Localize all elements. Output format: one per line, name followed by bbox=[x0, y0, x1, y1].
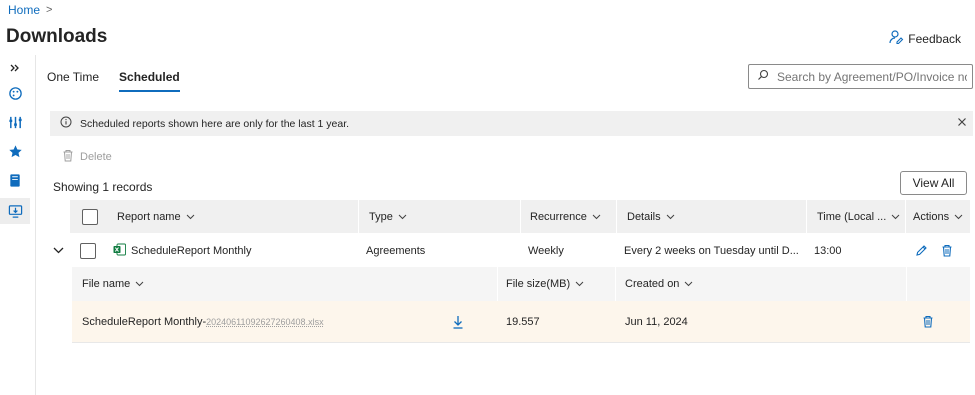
left-nav-rail bbox=[0, 55, 36, 395]
file-grid-header: File name File size(MB) Created on bbox=[72, 267, 970, 301]
file-size-value: 19.557 bbox=[506, 315, 540, 328]
search-icon bbox=[757, 69, 769, 84]
download-screen-icon[interactable] bbox=[0, 198, 30, 224]
column-header-details[interactable]: Details bbox=[627, 200, 675, 233]
info-message: Scheduled reports shown here are only fo… bbox=[80, 117, 350, 130]
row-checkbox[interactable] bbox=[80, 234, 96, 267]
search-box bbox=[748, 64, 973, 89]
column-label: Details bbox=[627, 210, 661, 223]
file-name-text: ScheduleReport Monthly- bbox=[82, 315, 207, 328]
column-header-actions[interactable]: Actions bbox=[913, 200, 963, 233]
chevron-down-icon bbox=[891, 212, 900, 222]
column-header-created-on[interactable]: Created on bbox=[625, 267, 693, 301]
feedback-button[interactable]: Feedback bbox=[888, 29, 961, 48]
tab-scheduled[interactable]: Scheduled bbox=[119, 70, 180, 92]
download-icon[interactable] bbox=[452, 301, 464, 342]
chevron-down-icon bbox=[135, 279, 144, 289]
feedback-icon bbox=[888, 29, 904, 48]
tab-list: One Time Scheduled bbox=[47, 70, 180, 92]
details-value: Every 2 weeks on Tuesday until D... bbox=[624, 244, 799, 257]
breadcrumb-home-link[interactable]: Home bbox=[8, 3, 40, 17]
trash-icon[interactable] bbox=[941, 234, 953, 267]
column-label: File size(MB) bbox=[506, 278, 571, 290]
records-count: Showing 1 records bbox=[53, 180, 153, 194]
palette-icon[interactable] bbox=[0, 80, 30, 106]
chevron-down-icon bbox=[592, 212, 601, 222]
expand-row-chevron-icon[interactable] bbox=[53, 234, 64, 267]
chevron-down-icon bbox=[575, 279, 584, 289]
filters-icon[interactable] bbox=[0, 109, 30, 135]
page-title: Downloads bbox=[6, 26, 108, 47]
view-all-button[interactable]: View All bbox=[900, 171, 967, 195]
file-name-suffix: 20240611092627260408.xlsx bbox=[206, 316, 324, 327]
info-icon bbox=[60, 116, 72, 131]
column-label: Created on bbox=[625, 278, 680, 290]
report-name-cell[interactable]: ScheduleReport Monthly bbox=[113, 234, 251, 267]
file-row[interactable]: ScheduleReport Monthly- 20240611092627260… bbox=[72, 301, 970, 343]
info-message-bar: Scheduled reports shown here are only fo… bbox=[50, 111, 973, 136]
table-row[interactable]: ScheduleReport Monthly Agreements Weekly… bbox=[50, 234, 975, 267]
column-header-file-name[interactable]: File name bbox=[82, 267, 144, 301]
column-label: Recurrence bbox=[530, 210, 587, 223]
breadcrumb-separator: > bbox=[46, 4, 53, 16]
column-header-time[interactable]: Time (Local ... bbox=[817, 200, 900, 233]
recurrence-value: Weekly bbox=[528, 244, 564, 257]
column-header-type[interactable]: Type bbox=[369, 200, 407, 233]
checkbox[interactable] bbox=[80, 242, 96, 259]
time-value: 13:00 bbox=[814, 244, 842, 257]
column-label: Time (Local ... bbox=[817, 210, 887, 223]
select-all-checkbox[interactable] bbox=[82, 200, 98, 233]
breadcrumb: Home > bbox=[8, 3, 52, 17]
trash-icon bbox=[62, 149, 74, 165]
edit-icon[interactable] bbox=[915, 234, 928, 267]
chevron-down-icon bbox=[398, 212, 407, 222]
book-icon[interactable] bbox=[0, 167, 30, 193]
search-input[interactable] bbox=[777, 69, 967, 84]
delete-button[interactable]: Delete bbox=[62, 149, 112, 165]
feedback-label: Feedback bbox=[908, 31, 961, 46]
report-name-value: ScheduleReport Monthly bbox=[131, 244, 252, 257]
close-icon[interactable] bbox=[957, 116, 967, 130]
expand-icon[interactable] bbox=[0, 55, 30, 81]
star-icon[interactable] bbox=[0, 138, 30, 164]
type-value: Agreements bbox=[366, 244, 426, 257]
file-name-value: ScheduleReport Monthly- 20240611092627260… bbox=[82, 301, 324, 342]
created-on-value: Jun 11, 2024 bbox=[625, 315, 688, 328]
column-header-report-name[interactable]: Report name bbox=[117, 200, 195, 233]
column-label: Type bbox=[369, 210, 393, 223]
chevron-down-icon bbox=[684, 279, 693, 289]
chevron-down-icon bbox=[666, 212, 675, 222]
column-label: File name bbox=[82, 278, 131, 290]
column-label: Report name bbox=[117, 210, 181, 223]
column-label: Actions bbox=[913, 210, 950, 223]
chevron-down-icon bbox=[954, 212, 963, 222]
column-header-file-size[interactable]: File size(MB) bbox=[506, 267, 584, 301]
delete-label: Delete bbox=[80, 151, 112, 163]
column-header-recurrence[interactable]: Recurrence bbox=[530, 200, 601, 233]
tab-one-time[interactable]: One Time bbox=[47, 70, 99, 92]
trash-icon[interactable] bbox=[922, 301, 934, 342]
chevron-down-icon bbox=[186, 212, 195, 222]
grid-header: Report name Type Recurrence Details Time… bbox=[70, 200, 970, 233]
checkbox[interactable] bbox=[82, 208, 98, 225]
excel-icon bbox=[113, 243, 126, 259]
